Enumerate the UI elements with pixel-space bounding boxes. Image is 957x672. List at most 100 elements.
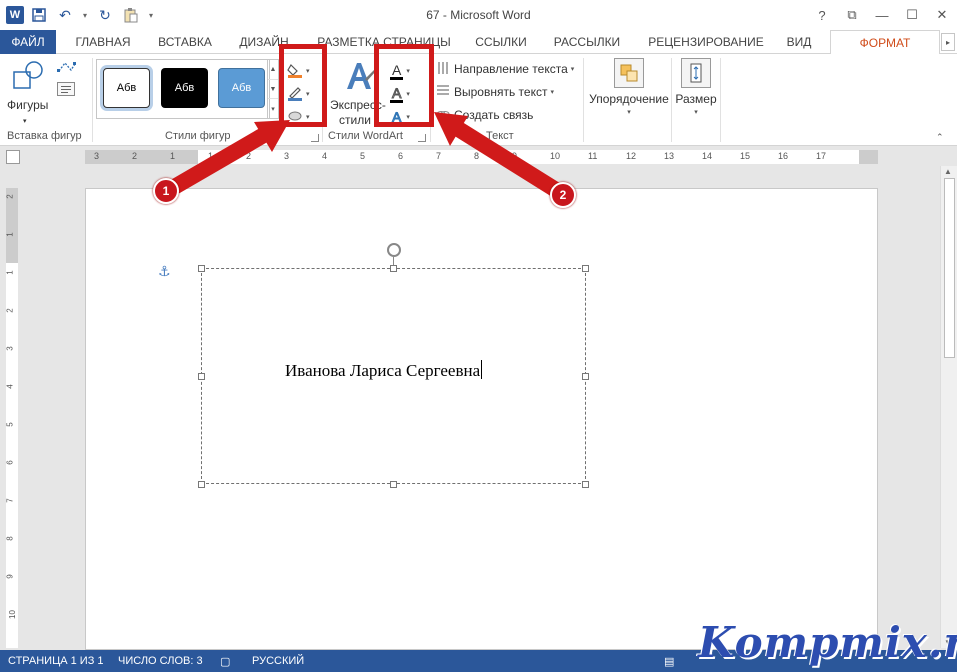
tab-selector-icon[interactable] <box>6 150 20 164</box>
shapes-icon[interactable] <box>12 60 46 92</box>
annotation-marker-1: 1 <box>153 178 179 204</box>
ruler-tick-label: 1 <box>5 270 15 275</box>
create-link-button[interactable]: Создать связь <box>436 104 533 126</box>
close-button[interactable]: ✕ <box>927 0 957 30</box>
tab-references[interactable]: ССЫЛКИ <box>468 30 534 54</box>
express-styles-icon[interactable] <box>343 59 377 93</box>
ruler-tick-label: 12 <box>626 151 637 161</box>
gallery-more-icon[interactable]: ▾ <box>268 99 278 118</box>
read-mode-icon[interactable]: ▤ <box>664 655 674 668</box>
group-label-text: Текст <box>486 130 514 142</box>
wordart-styles-launcher-icon[interactable] <box>418 134 426 142</box>
resize-handle[interactable] <box>582 373 589 380</box>
save-icon[interactable] <box>28 5 50 25</box>
page-count-status[interactable]: СТРАНИЦА 1 ИЗ 1 <box>8 655 104 667</box>
scroll-up-icon[interactable]: ▲ <box>944 167 952 176</box>
language-status[interactable]: РУССКИЙ <box>252 655 304 667</box>
size-button[interactable]: Размер ▾ <box>674 58 718 116</box>
proofing-icon[interactable]: ▢ <box>220 655 230 668</box>
group-label-shape-styles: Стили фигур <box>165 130 231 142</box>
customize-qat-icon[interactable]: ▾ <box>146 5 156 25</box>
align-text-label: Выровнять текст <box>454 85 548 99</box>
resize-handle[interactable] <box>582 481 589 488</box>
ruler-tick-label: 3 <box>94 151 100 161</box>
word-logo-icon[interactable]: W <box>6 6 24 24</box>
vertical-scrollbar[interactable]: ▲ ▼ <box>940 166 957 648</box>
link-icon <box>436 106 450 125</box>
redo-icon[interactable]: ↻ <box>94 5 116 25</box>
undo-icon[interactable]: ↶ <box>54 5 76 25</box>
size-label: Размер <box>675 92 717 106</box>
ruler-tick-label: 3 <box>5 346 15 351</box>
rotate-handle-icon[interactable] <box>387 243 401 257</box>
ribbon-display-options-button[interactable]: ⧉ <box>837 0 867 30</box>
minimize-button[interactable]: — <box>867 0 897 30</box>
ruler-tick-label: 5 <box>5 422 15 427</box>
watermark-logo: Kompmix.ru <box>698 618 957 667</box>
text-box-content[interactable]: Иванова Лариса Сергеевна <box>285 360 483 381</box>
shape-style-preview-3[interactable]: Абв <box>218 68 265 108</box>
horizontal-ruler[interactable]: 3 2 1 1 2 3 4 5 6 7 8 9 10 11 12 13 14 15 16 17 <box>85 150 878 164</box>
ruler-tick-label: 1 <box>170 151 176 161</box>
shapes-dropdown-icon[interactable]: ▾ <box>23 110 27 132</box>
shape-style-preview-1[interactable]: Абв <box>103 68 150 108</box>
ruler-tick-label: 13 <box>664 151 675 161</box>
edit-shape-icon[interactable] <box>57 60 77 74</box>
gallery-up-icon[interactable]: ▲ <box>268 60 278 80</box>
help-button[interactable]: ? <box>807 0 837 30</box>
resize-handle[interactable] <box>198 481 205 488</box>
word-count-status[interactable]: ЧИСЛО СЛОВ: 3 <box>118 655 203 667</box>
arrange-button[interactable]: Упорядочение ▾ <box>588 58 670 116</box>
text-box-text: Иванова Лариса Сергеевна <box>285 361 481 380</box>
tab-insert[interactable]: ВСТАВКА <box>150 30 220 54</box>
express-styles-label-2[interactable]: стили <box>339 109 371 131</box>
ruler-margin-top <box>6 188 18 263</box>
tab-scroll-right-icon[interactable]: ▸ <box>941 33 955 51</box>
shape-styles-launcher-icon[interactable] <box>311 134 319 142</box>
text-box-icon[interactable] <box>57 82 75 96</box>
text-direction-button[interactable]: Направление текста ▾ <box>436 58 574 80</box>
annotation-marker-2: 2 <box>550 182 576 208</box>
ruler-tick-label: 4 <box>322 151 328 161</box>
resize-handle[interactable] <box>582 265 589 272</box>
resize-handle[interactable] <box>198 265 205 272</box>
align-text-button[interactable]: Выровнять текст ▾ <box>436 81 554 103</box>
ruler-tick-label: 9 <box>512 151 518 161</box>
resize-handle[interactable] <box>198 373 205 380</box>
ruler-tick-label: 10 <box>7 610 17 619</box>
ruler-tick-label: 9 <box>5 574 15 579</box>
title-bar: W ↶ ▾ ↻ ▾ 67 - Microsoft Word ? ⧉ — ☐ ✕ <box>0 0 957 30</box>
resize-handle[interactable] <box>390 265 397 272</box>
ruler-margin-left <box>85 150 198 164</box>
ruler-tick-label: 1 <box>208 151 214 161</box>
text-direction-dropdown-icon: ▾ <box>570 66 575 73</box>
text-direction-icon <box>436 60 450 79</box>
tab-home[interactable]: ГЛАВНАЯ <box>66 30 140 54</box>
text-caret <box>481 360 483 379</box>
shape-styles-gallery: Абв Абв Абв <box>96 59 270 119</box>
gallery-scrollbar[interactable]: ▲ ▼ ▾ <box>267 59 279 119</box>
tab-file[interactable]: ФАЙЛ <box>0 30 56 54</box>
align-text-icon <box>436 83 450 102</box>
ruler-tick-label: 11 <box>588 151 598 161</box>
window-controls: ? ⧉ — ☐ ✕ <box>807 0 957 30</box>
vertical-ruler[interactable]: 2 1 1 2 3 4 5 6 7 8 9 10 <box>6 188 18 648</box>
tab-mailings[interactable]: РАССЫЛКИ <box>546 30 628 54</box>
resize-handle[interactable] <box>390 481 397 488</box>
tab-view[interactable]: ВИД <box>780 30 818 54</box>
shape-style-preview-2[interactable]: Абв <box>161 68 208 108</box>
scroll-thumb[interactable] <box>944 178 955 358</box>
tab-review[interactable]: РЕЦЕНЗИРОВАНИЕ <box>640 30 772 54</box>
shapes-button[interactable]: Фигуры <box>7 94 48 116</box>
ruler-margin-right <box>859 150 878 164</box>
gallery-down-icon[interactable]: ▼ <box>268 80 278 100</box>
align-text-dropdown-icon: ▾ <box>550 89 554 96</box>
tab-format[interactable]: ФОРМАТ <box>830 30 940 55</box>
maximize-button[interactable]: ☐ <box>897 0 927 30</box>
ruler-tick-label: 15 <box>740 151 751 161</box>
undo-dropdown-icon[interactable]: ▾ <box>80 5 90 25</box>
paste-icon[interactable] <box>120 5 142 25</box>
collapse-ribbon-icon[interactable]: ⌃ <box>936 132 944 143</box>
size-icon <box>681 58 711 88</box>
ruler-tick-label: 3 <box>284 151 290 161</box>
